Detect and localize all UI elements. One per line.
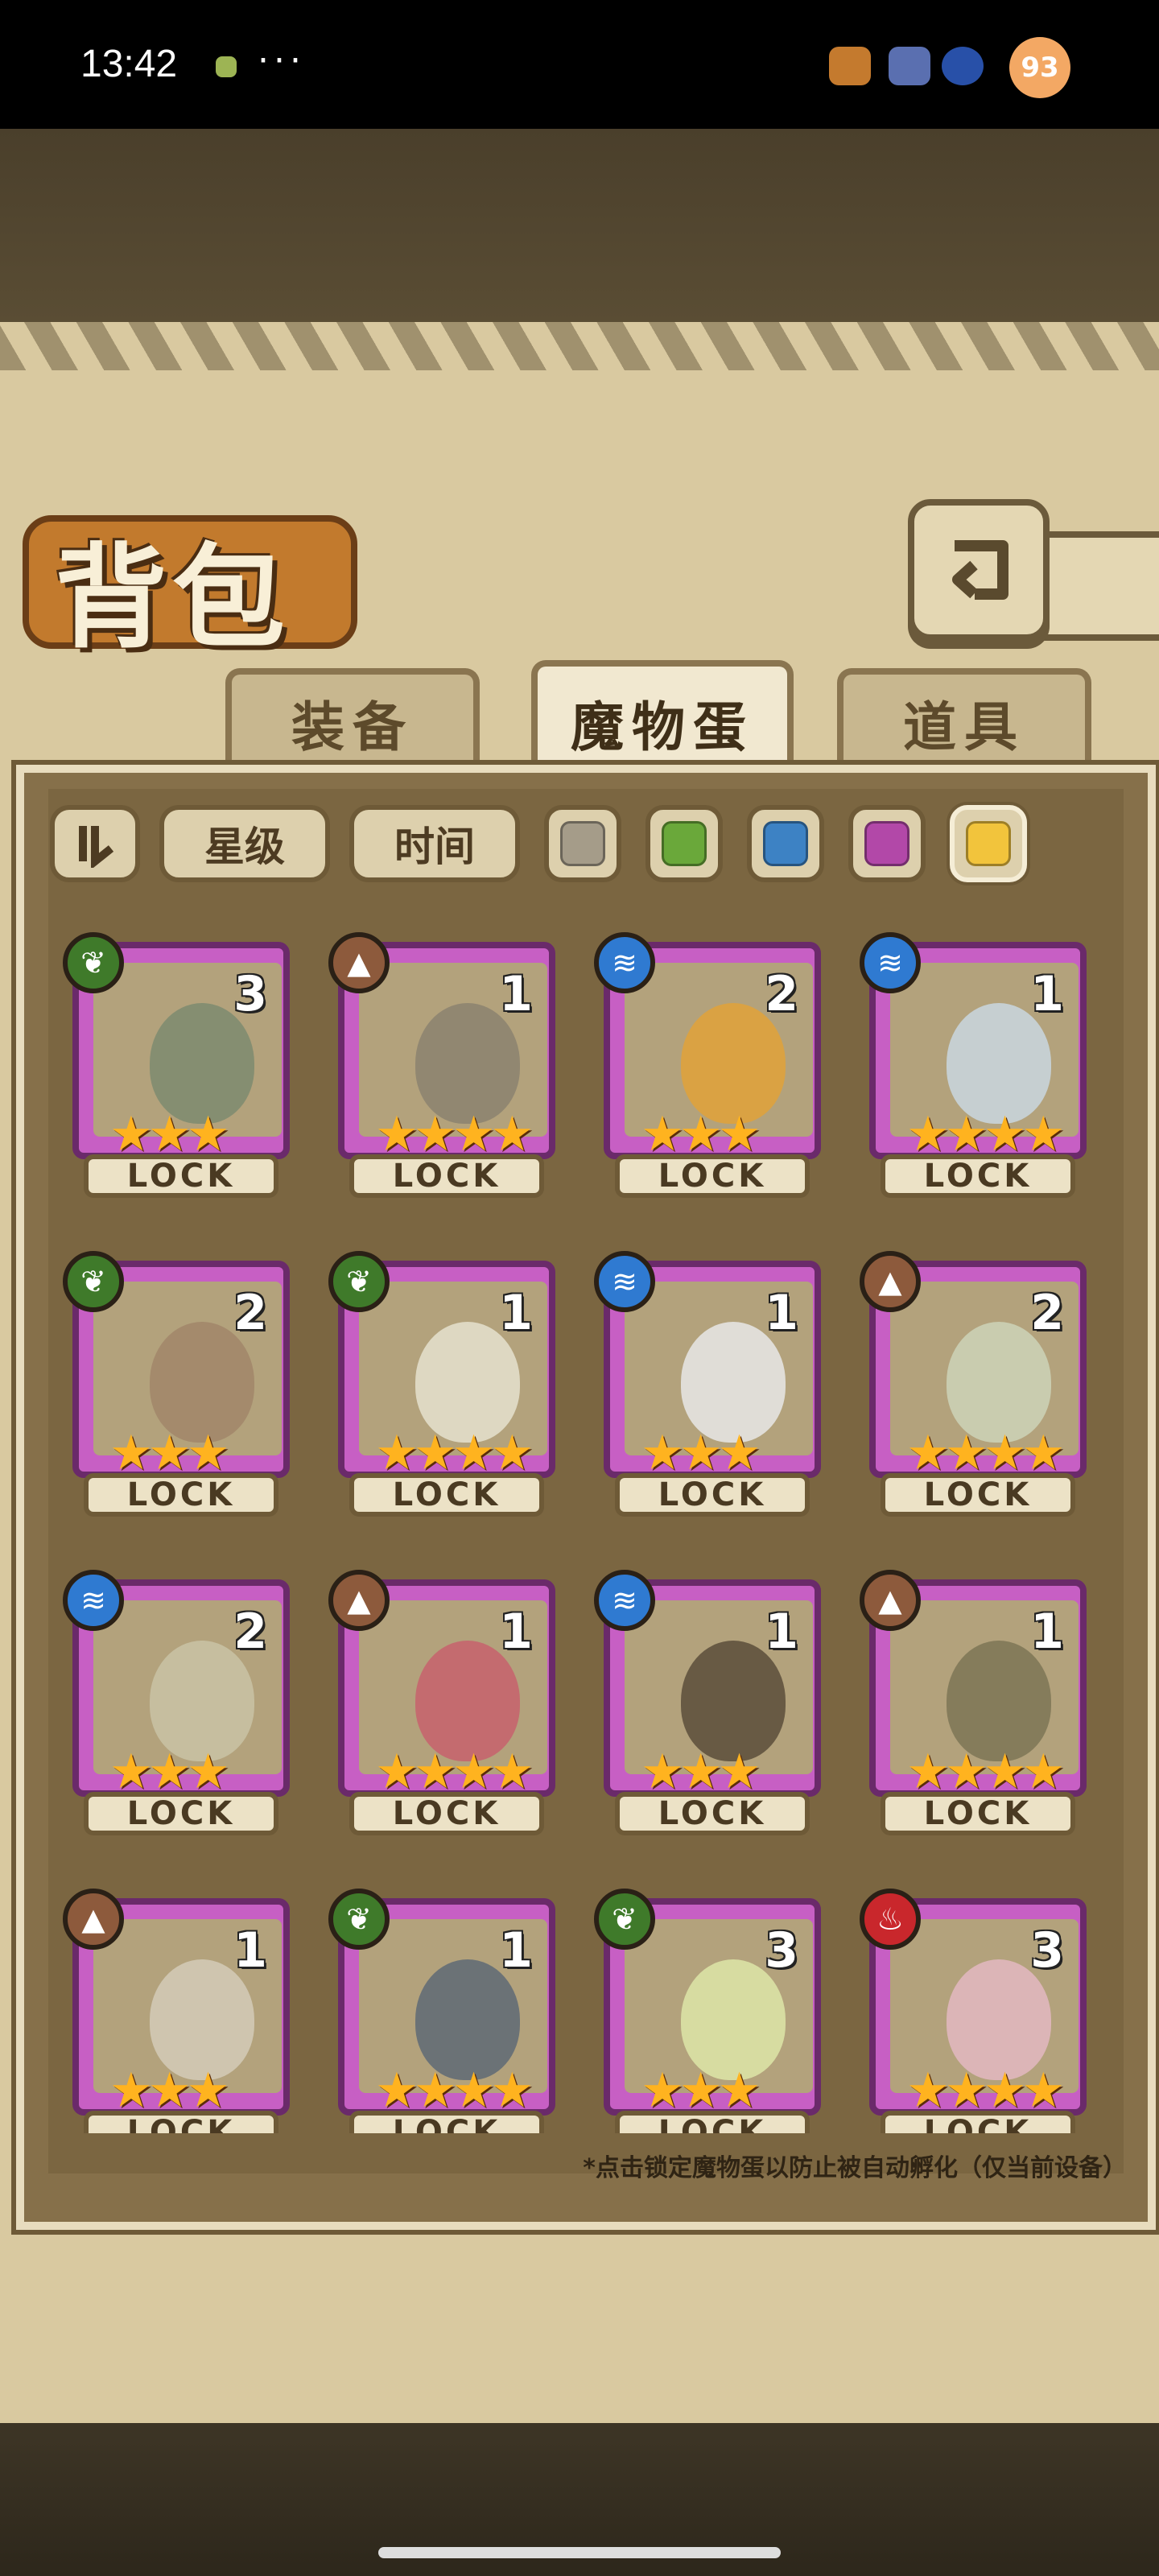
egg-count: 2	[233, 1285, 267, 1341]
egg-card[interactable]: 1 ★★★ LOCK ≋	[594, 1570, 821, 1835]
sort-by-star-button[interactable]: 星级	[159, 805, 330, 882]
return-arrow-icon	[952, 540, 1008, 600]
egg-card[interactable]: 3 ★★★★ LOCK ♨	[860, 1889, 1087, 2133]
lock-button[interactable]: LOCK	[349, 1473, 544, 1517]
sort-toggle-button[interactable]	[50, 805, 140, 882]
status-time: 13:42	[80, 43, 178, 85]
egg-count: 2	[765, 966, 798, 1022]
tab-items[interactable]: 道具	[837, 668, 1091, 771]
lock-button[interactable]: LOCK	[881, 1792, 1075, 1835]
egg-card[interactable]: 2 ★★★ LOCK ❦	[63, 1251, 290, 1517]
more-notifications-icon: ···	[258, 40, 306, 81]
egg-count: 1	[765, 1604, 798, 1660]
egg-card[interactable]: 1 ★★★ LOCK ≋	[594, 1251, 821, 1517]
water-element-icon: ≋	[594, 1251, 655, 1312]
lock-button[interactable]: LOCK	[881, 2111, 1075, 2133]
egg-count: 1	[1030, 966, 1064, 1022]
egg-card[interactable]: 1 ★★★ LOCK ▲	[63, 1889, 290, 2133]
egg-card[interactable]: 2 ★★★ LOCK ≋	[594, 932, 821, 1198]
fire-element-icon: ♨	[860, 1889, 921, 1950]
lock-button[interactable]: LOCK	[349, 1792, 544, 1835]
earth-element-icon: ▲	[860, 1251, 921, 1312]
egg-count: 2	[1030, 1285, 1064, 1341]
egg-card[interactable]: 1 ★★★★ LOCK ▲	[860, 1570, 1087, 1835]
egg-count: 1	[233, 1922, 267, 1979]
lock-hint-text: *点击锁定魔物蛋以防止被自动孵化（仅当前设备）	[583, 2154, 1127, 2182]
status-bar: 13:42 ··· 93	[0, 0, 1159, 129]
egg-count: 1	[499, 1285, 533, 1341]
leaf-element-icon: ❦	[63, 1251, 124, 1312]
egg-count: 3	[233, 966, 267, 1022]
lock-button[interactable]: LOCK	[84, 1154, 278, 1198]
torn-edge-decoration	[0, 322, 1159, 370]
lock-button[interactable]: LOCK	[84, 1792, 278, 1835]
app-tray-icon-star	[829, 47, 871, 85]
sort-toggle-icon	[79, 826, 114, 868]
egg-count: 1	[499, 966, 533, 1022]
notification-app-icon	[216, 56, 237, 77]
earth-element-icon: ▲	[328, 1570, 390, 1631]
swatch-color-chip	[662, 821, 707, 866]
egg-card[interactable]: 2 ★★★★ LOCK ▲	[860, 1251, 1087, 1517]
color-filter-swatch[interactable]	[544, 805, 621, 882]
egg-card[interactable]: 1 ★★★★ LOCK ❦	[328, 1889, 555, 2133]
tab-monster-eggs[interactable]: 魔物蛋	[531, 660, 794, 779]
app-tray-icon-rabbit	[942, 47, 984, 85]
egg-count: 3	[765, 1922, 798, 1979]
lock-button[interactable]: LOCK	[615, 2111, 810, 2133]
color-filter-swatch[interactable]	[950, 805, 1027, 882]
lock-button[interactable]: LOCK	[881, 1473, 1075, 1517]
water-element-icon: ≋	[594, 1570, 655, 1631]
egg-card[interactable]: 1 ★★★★ LOCK ▲	[328, 1570, 555, 1835]
swatch-color-chip	[966, 821, 1011, 866]
lock-button[interactable]: LOCK	[881, 1154, 1075, 1198]
water-element-icon: ≋	[594, 932, 655, 993]
leaf-element-icon: ❦	[328, 1251, 390, 1312]
app-tray-icon-sim	[889, 47, 930, 85]
egg-count: 1	[1030, 1604, 1064, 1660]
egg-grid: 3 ★★★ LOCK ❦ 1 ★★★★ LOCK ▲ 2 ★★★ LOCK ≋ 1 ★★★★ LOCK ≋ 2 ★…	[48, 918, 1119, 2133]
home-indicator[interactable]	[378, 2547, 781, 2558]
app-tray-badge-icon: 93	[1009, 37, 1070, 98]
swatch-color-chip	[560, 821, 605, 866]
sort-by-time-button[interactable]: 时间	[349, 805, 520, 882]
lock-button[interactable]: LOCK	[84, 1473, 278, 1517]
swatch-color-chip	[763, 821, 808, 866]
color-filter-swatch[interactable]	[848, 805, 926, 882]
color-filter-swatch[interactable]	[747, 805, 824, 882]
tab-equipment[interactable]: 装备	[225, 668, 480, 771]
lock-button[interactable]: LOCK	[615, 1473, 810, 1517]
egg-card[interactable]: 2 ★★★ LOCK ≋	[63, 1570, 290, 1835]
lock-button[interactable]: LOCK	[84, 2111, 278, 2133]
earth-element-icon: ▲	[63, 1889, 124, 1950]
egg-count: 1	[765, 1285, 798, 1341]
water-element-icon: ≋	[63, 1570, 124, 1631]
map-top-band	[0, 129, 1159, 322]
color-filter-swatch[interactable]	[645, 805, 723, 882]
earth-element-icon: ▲	[860, 1570, 921, 1631]
water-element-icon: ≋	[860, 932, 921, 993]
egg-count: 2	[233, 1604, 267, 1660]
egg-card[interactable]: 1 ★★★★ LOCK ≋	[860, 932, 1087, 1198]
egg-count: 1	[499, 1922, 533, 1979]
leaf-element-icon: ❦	[63, 932, 124, 993]
egg-card[interactable]: 3 ★★★ LOCK ❦	[63, 932, 290, 1198]
egg-card[interactable]: 3 ★★★ LOCK ❦	[594, 1889, 821, 2133]
lock-button[interactable]: LOCK	[615, 1154, 810, 1198]
back-button[interactable]	[908, 499, 1050, 641]
lock-button[interactable]: LOCK	[349, 2111, 544, 2133]
lock-button[interactable]: LOCK	[615, 1792, 810, 1835]
egg-card[interactable]: 1 ★★★★ LOCK ▲	[328, 932, 555, 1198]
lock-button[interactable]: LOCK	[349, 1154, 544, 1198]
egg-count: 3	[1030, 1922, 1064, 1979]
page-title: 背包	[55, 532, 291, 664]
earth-element-icon: ▲	[328, 932, 390, 993]
egg-count: 1	[499, 1604, 533, 1660]
leaf-element-icon: ❦	[328, 1889, 390, 1950]
egg-card[interactable]: 1 ★★★★ LOCK ❦	[328, 1251, 555, 1517]
leaf-element-icon: ❦	[594, 1889, 655, 1950]
swatch-color-chip	[864, 821, 909, 866]
